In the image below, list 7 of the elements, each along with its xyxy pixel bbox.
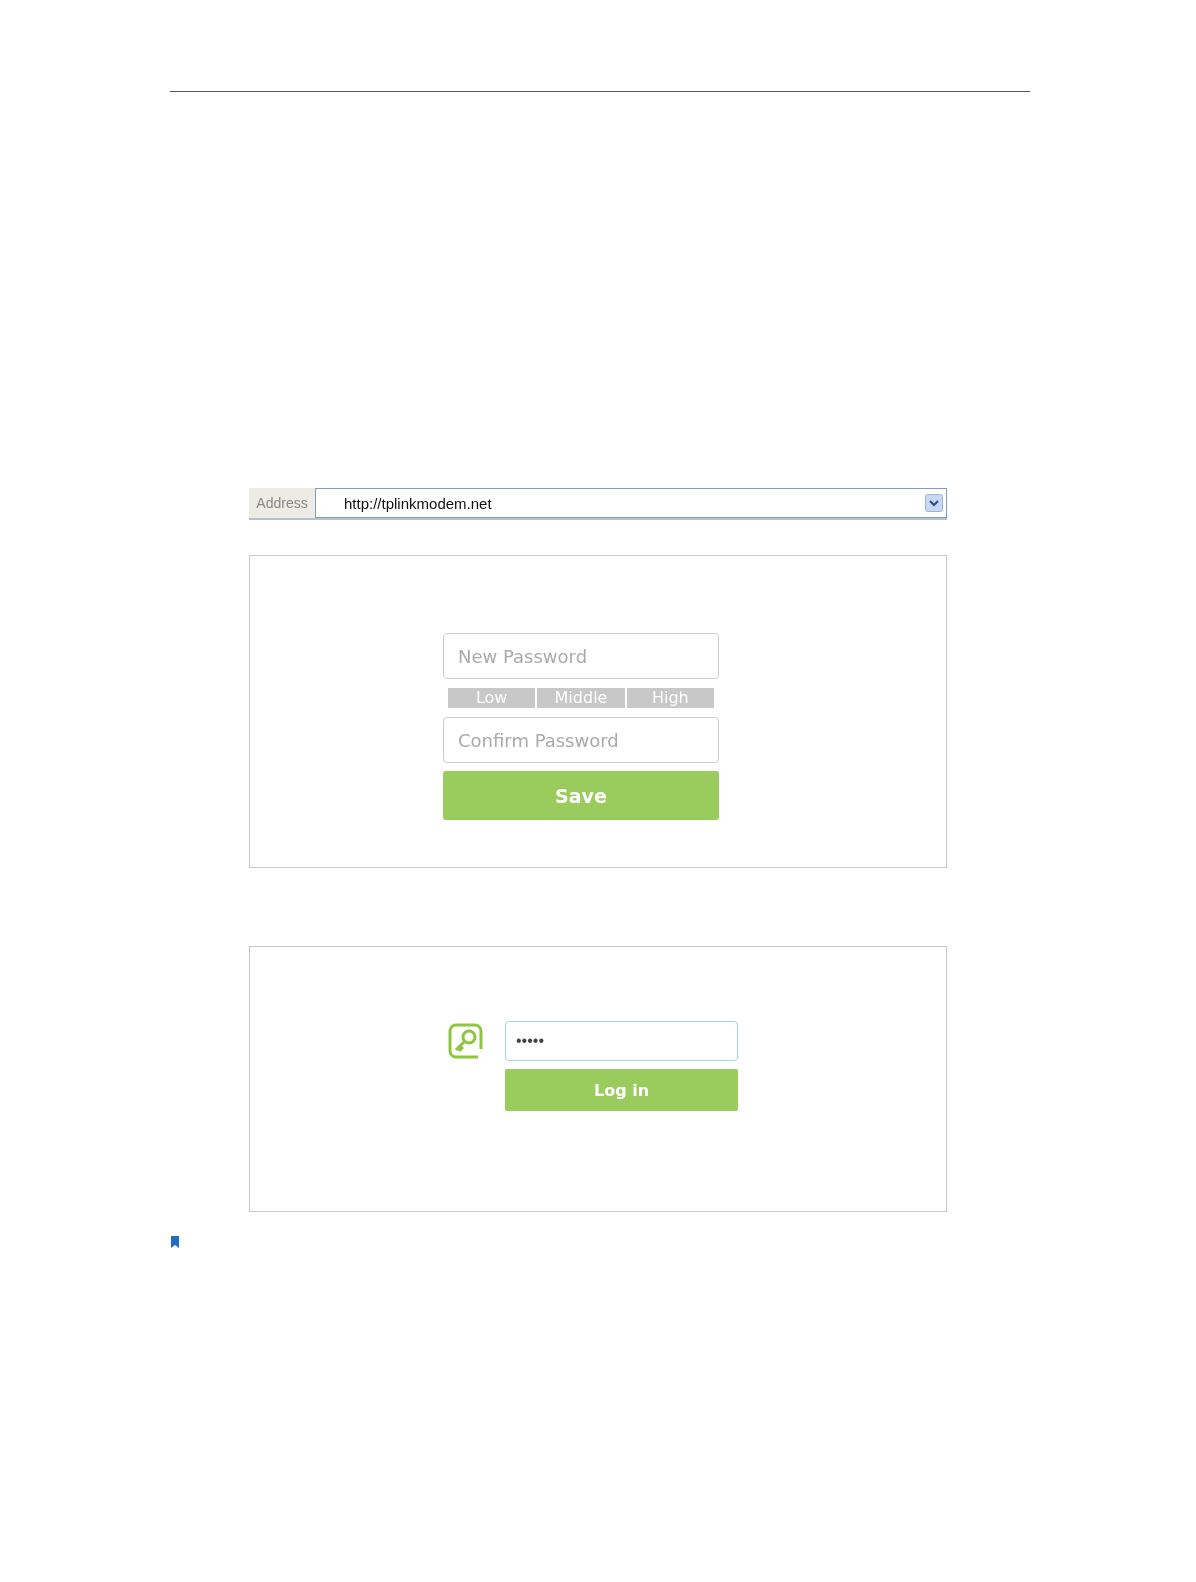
address-label: Address xyxy=(255,494,309,513)
bookmark-icon xyxy=(171,1236,179,1248)
password-field[interactable]: Confirm Password xyxy=(443,717,719,763)
password-field[interactable]: ••••• xyxy=(505,1021,738,1061)
address-field[interactable]: http://tplinkmodem.net xyxy=(315,488,947,518)
password-field[interactable]: New Password xyxy=(443,633,719,679)
key-icon xyxy=(448,1023,484,1059)
